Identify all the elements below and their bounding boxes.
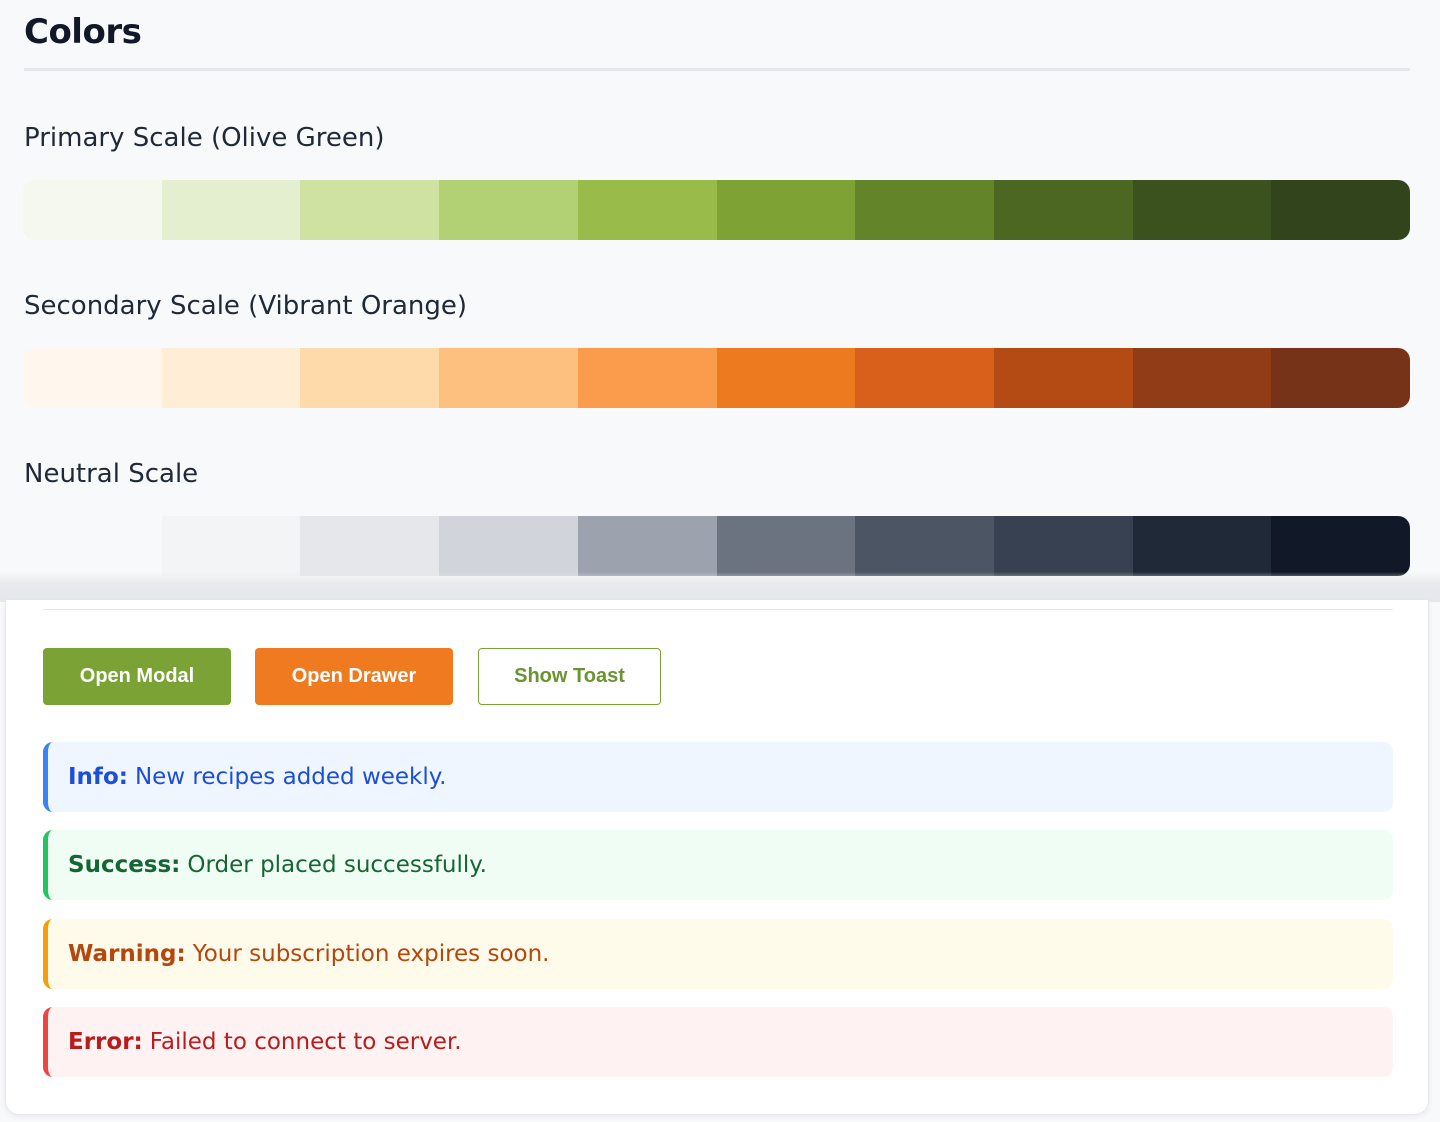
divider [43, 609, 1393, 610]
color-swatch[interactable] [855, 516, 994, 576]
color-swatch[interactable] [23, 516, 162, 576]
neutral-scale-label: Neutral Scale [24, 459, 199, 489]
color-swatch[interactable] [577, 348, 717, 408]
alert-message: Your subscription expires soon. [192, 941, 550, 967]
alert-message: New recipes added weekly. [134, 764, 447, 790]
color-swatch[interactable] [439, 516, 578, 576]
color-swatch[interactable] [993, 516, 1133, 576]
show-toast-button[interactable]: Show Toast [478, 648, 661, 705]
color-swatch[interactable] [1271, 348, 1410, 408]
primary-scale-bar [23, 180, 1410, 240]
color-swatch[interactable] [300, 348, 440, 408]
scroll-fade [0, 572, 1440, 602]
color-swatch[interactable] [439, 348, 578, 408]
secondary-scale-label: Secondary Scale (Vibrant Orange) [24, 291, 468, 321]
alert-label: Success: [68, 852, 181, 878]
color-swatch[interactable] [577, 180, 717, 240]
alert-label: Warning: [68, 941, 186, 967]
color-swatch[interactable] [1132, 348, 1272, 408]
color-swatch[interactable] [23, 348, 162, 408]
color-swatch[interactable] [577, 516, 717, 576]
color-swatch[interactable] [993, 348, 1133, 408]
color-swatch[interactable] [161, 180, 301, 240]
primary-scale-label: Primary Scale (Olive Green) [24, 123, 385, 153]
warning-alert: Warning: Your subscription expires soon. [43, 919, 1393, 989]
color-swatch[interactable] [300, 516, 440, 576]
alert-message: Order placed successfully. [187, 852, 487, 878]
open-drawer-button[interactable]: Open Drawer [255, 648, 453, 705]
color-swatch[interactable] [1271, 516, 1410, 576]
color-swatch[interactable] [855, 348, 994, 408]
alert-label: Error: [68, 1029, 143, 1055]
color-swatch[interactable] [1271, 180, 1410, 240]
color-swatch[interactable] [855, 180, 994, 240]
color-swatch[interactable] [161, 516, 301, 576]
components-card: Open Modal Open Drawer Show Toast Info: … [5, 600, 1429, 1115]
error-alert: Error: Failed to connect to server. [43, 1007, 1393, 1077]
open-modal-button[interactable]: Open Modal [43, 648, 231, 705]
colors-section: Colors Primary Scale (Olive Green) Secon… [0, 0, 1440, 602]
info-alert: Info: New recipes added weekly. [43, 742, 1393, 812]
success-alert: Success: Order placed successfully. [43, 830, 1393, 900]
color-swatch[interactable] [1132, 180, 1272, 240]
page: Colors Primary Scale (Olive Green) Secon… [0, 0, 1440, 1122]
neutral-scale-bar [23, 516, 1410, 576]
color-swatch[interactable] [1132, 516, 1272, 576]
alert-message: Failed to connect to server. [149, 1029, 462, 1055]
divider [24, 68, 1410, 71]
secondary-scale-bar [23, 348, 1410, 408]
color-swatch[interactable] [716, 180, 856, 240]
color-swatch[interactable] [300, 180, 440, 240]
alert-label: Info: [68, 764, 128, 790]
colors-title: Colors [24, 12, 142, 52]
color-swatch[interactable] [993, 180, 1133, 240]
color-swatch[interactable] [161, 348, 301, 408]
color-swatch[interactable] [716, 348, 856, 408]
color-swatch[interactable] [439, 180, 578, 240]
color-swatch[interactable] [23, 180, 162, 240]
color-swatch[interactable] [716, 516, 856, 576]
